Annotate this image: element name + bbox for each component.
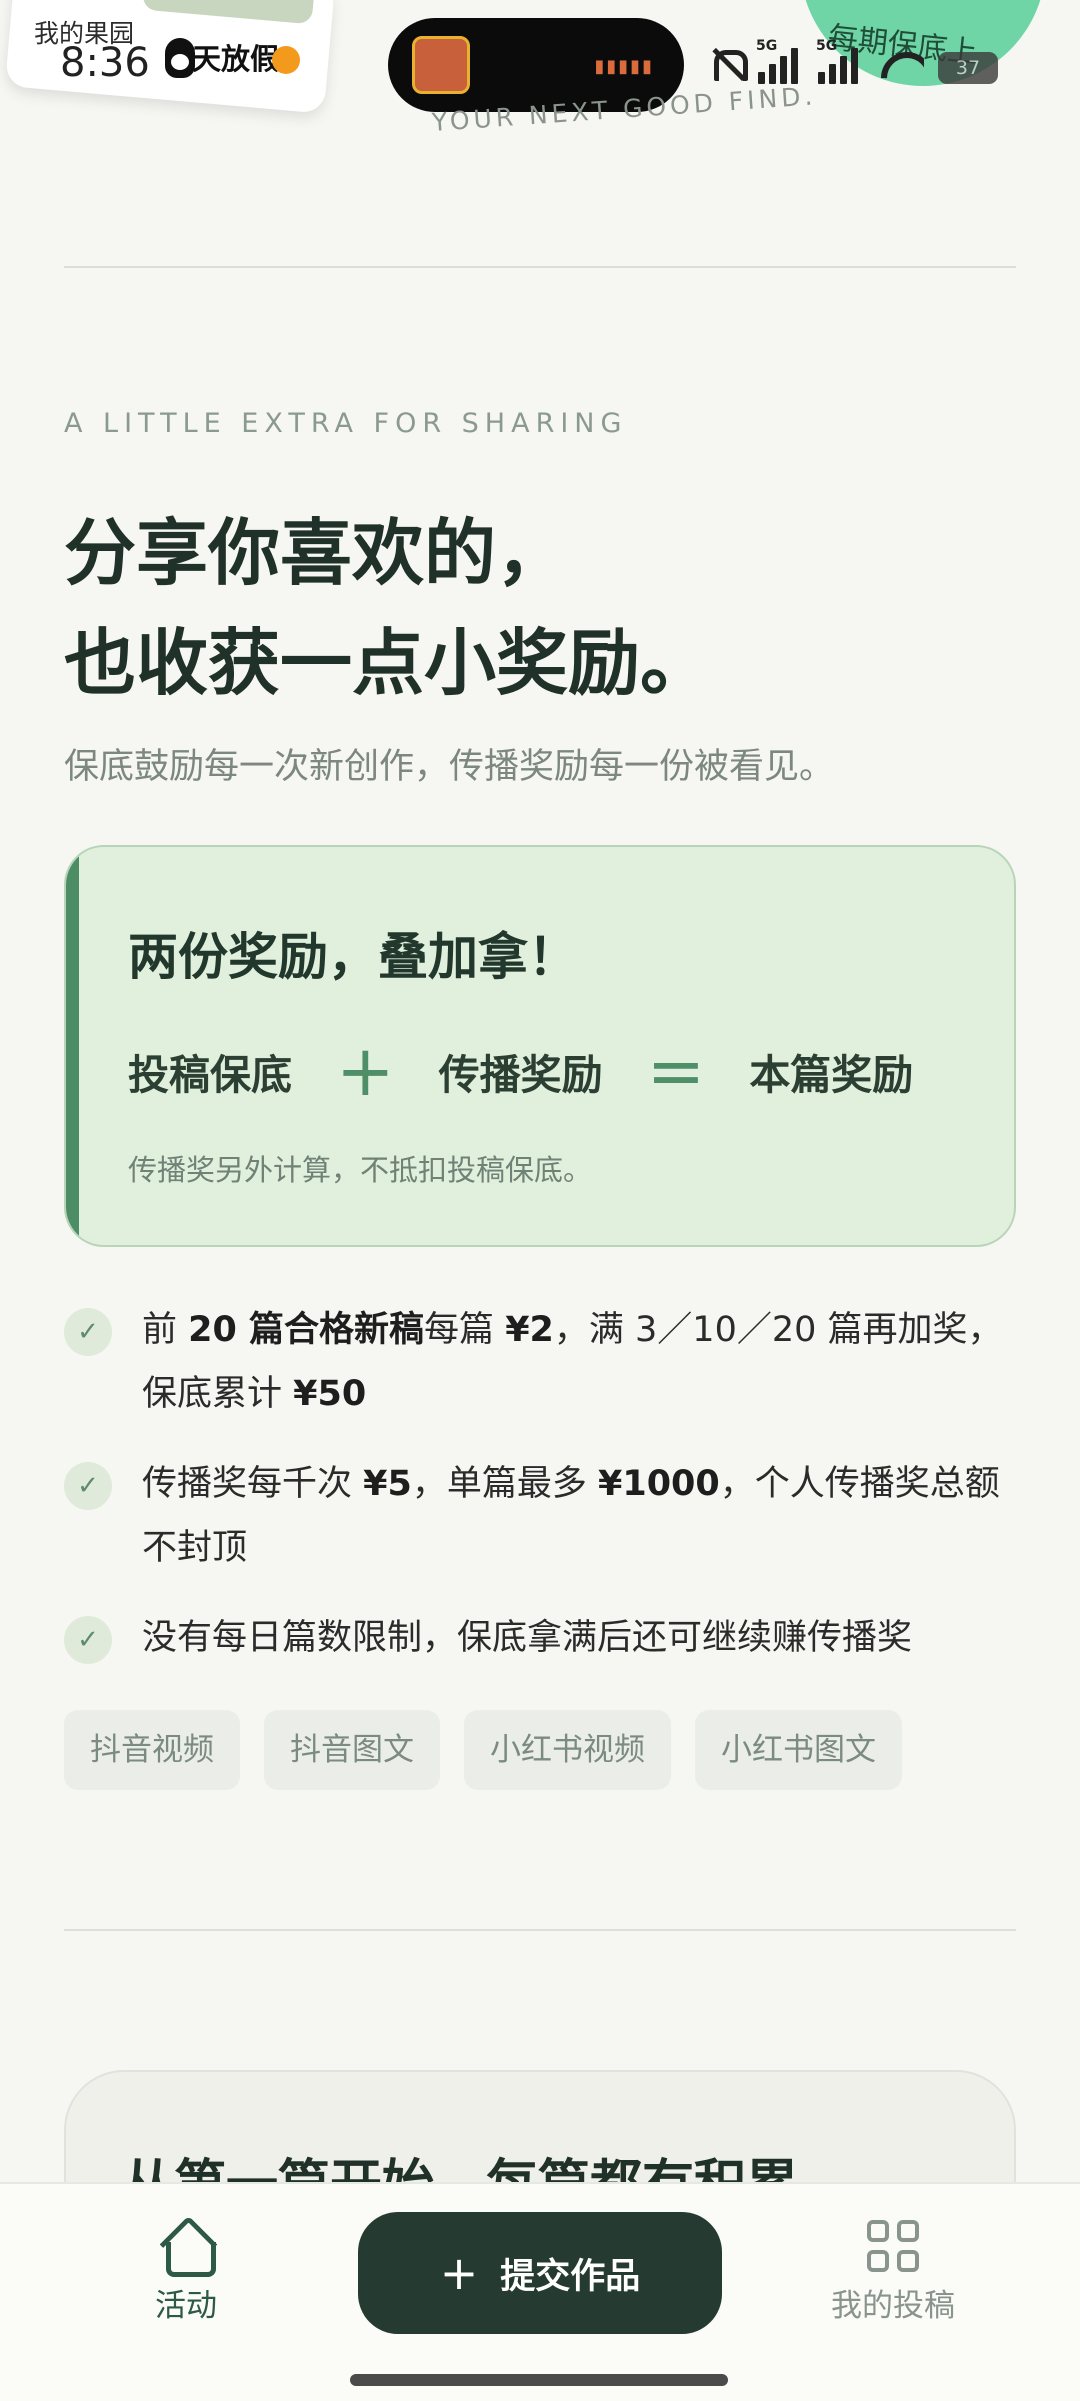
formula-result: 本篇奖励	[749, 1051, 914, 1099]
formula-term-spread: 传播奖励	[438, 1051, 603, 1099]
grid-icon	[867, 2220, 919, 2272]
bell-muted-icon	[708, 44, 748, 84]
section-eyebrow: A LITTLE EXTRA FOR SHARING	[64, 408, 628, 439]
submit-button-label: 提交作品	[500, 2256, 641, 2297]
list-item: ✓ 前 20 篇合格新稿每篇 ¥2，满 3／10／20 篇再加奖，保底累计 ¥5…	[64, 1298, 1016, 1426]
reward-formula-card: 两份奖励，叠加拿！ 投稿保底 + 传播奖励 = 本篇奖励 传播奖另外计算，不抵扣…	[64, 845, 1016, 1247]
nav-mine-label: 我的投稿	[831, 2288, 955, 2324]
list-item: ✓ 没有每日篇数限制，保底拿满后还可继续赚传播奖	[64, 1606, 1016, 1670]
platform-tags: 抖音视频 抖音图文 小红书视频 小红书图文	[64, 1710, 902, 1790]
plus-icon: +	[336, 1030, 395, 1112]
home-indicator[interactable]	[350, 2374, 728, 2386]
status-bar: 我的果园 8:36 天放假 ▮▮▮▮▮ YOUR NEXT GOOD FIND.…	[0, 0, 1080, 137]
island-waveform-icon: ▮▮▮▮▮	[594, 56, 654, 77]
list-item: ✓ 传播奖每千次 ¥5，单篇最多 ¥1000，个人传播奖总额不封顶	[64, 1452, 1016, 1580]
orange-icon	[272, 46, 300, 74]
nav-home[interactable]: 活动	[96, 2220, 276, 2325]
nav-my-submissions[interactable]: 我的投稿	[803, 2220, 983, 2325]
battery-icon: 37	[938, 52, 998, 84]
signal-icon-2: 5G	[816, 38, 864, 84]
nav-home-label: 活动	[155, 2288, 217, 2324]
qq-icon	[165, 38, 195, 78]
bottom-nav: 活动 + 提交作品 我的投稿	[0, 2182, 1080, 2401]
divider	[64, 1929, 1016, 1931]
headline-line-1: 分享你喜欢的，	[64, 511, 569, 595]
rules-list: ✓ 前 20 篇合格新稿每篇 ¥2，满 3／10／20 篇再加奖，保底累计 ¥5…	[64, 1298, 1016, 1696]
sticker-stripe	[142, 0, 316, 25]
check-icon: ✓	[64, 1308, 112, 1356]
check-icon: ✓	[64, 1616, 112, 1664]
equals-icon: =	[646, 1030, 706, 1112]
check-icon: ✓	[64, 1462, 112, 1510]
tag-xhs-image: 小红书图文	[695, 1710, 902, 1790]
divider	[64, 266, 1016, 268]
system-icons: 5G 5G 37	[708, 38, 998, 84]
tag-xhs-video: 小红书视频	[464, 1710, 671, 1790]
page-subtitle: 保底鼓励每一次新创作，传播奖励每一份被看见。	[64, 747, 835, 787]
reward-formula: 投稿保底 + 传播奖励 = 本篇奖励	[128, 1030, 914, 1112]
signal-icon: 5G	[756, 38, 804, 84]
formula-term-base: 投稿保底	[128, 1051, 292, 1099]
submit-work-button[interactable]: + 提交作品	[358, 2212, 722, 2334]
page-headline: 分享你喜欢的， 也收获一点小奖励。	[64, 498, 712, 718]
card-accent-bar	[66, 847, 79, 1245]
island-app-thumbnail	[412, 36, 470, 94]
headline-line-2: 也收获一点小奖励。	[64, 621, 713, 705]
wifi-icon	[878, 44, 924, 84]
status-time: 8:36	[60, 40, 150, 86]
card-note: 传播奖另外计算，不抵扣投稿保底。	[128, 1153, 593, 1187]
notification-text: 天放假	[192, 42, 280, 76]
tag-douyin-image: 抖音图文	[264, 1710, 440, 1790]
card-title: 两份奖励，叠加拿！	[128, 928, 578, 986]
tag-douyin-video: 抖音视频	[64, 1710, 240, 1790]
home-icon	[160, 2220, 216, 2277]
plus-icon: +	[439, 2246, 479, 2300]
